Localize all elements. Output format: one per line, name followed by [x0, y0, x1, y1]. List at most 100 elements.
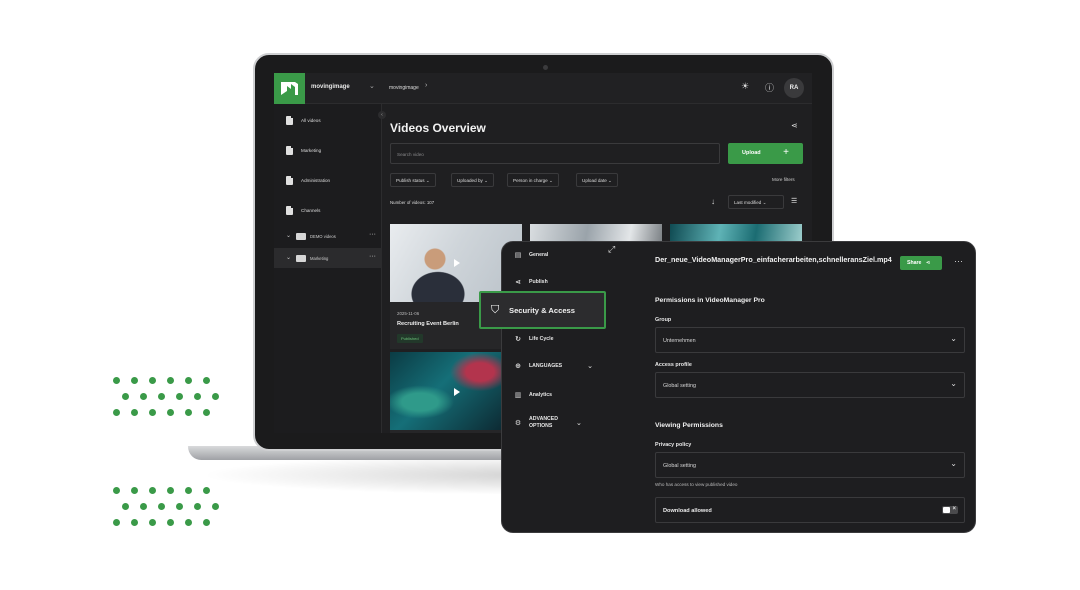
sidebar-item-label: All videos [301, 118, 321, 123]
folder-marketing[interactable]: ⌄ Marketing ··· [274, 248, 382, 268]
group-label: Group [655, 317, 672, 323]
filter-label: Upload date [582, 178, 607, 183]
nav-label: General [529, 252, 549, 258]
privacy-policy-value: Global setting [663, 463, 696, 469]
chevron-down-icon: ⌄ [950, 459, 957, 468]
avatar[interactable]: RA [784, 78, 804, 98]
filter-uploaded-by[interactable]: Uploaded by ⌄ [451, 173, 494, 187]
chevron-down-icon[interactable]: ⌄ [286, 232, 291, 239]
share-icon[interactable]: ⋖ [791, 121, 798, 130]
camera-dot [543, 65, 548, 70]
nav-languages[interactable]: ⊕ LANGUAGES ⌄ [514, 362, 593, 370]
play-icon[interactable] [454, 259, 460, 267]
download-allowed-row: Download allowed × [655, 497, 965, 523]
expand-icon[interactable]: ⤢ [608, 244, 615, 255]
access-profile-label: Access profile [655, 362, 692, 368]
sidebar-item-label: Administration [301, 178, 331, 183]
video-file-title: Der_neue_VideoManagerPro_einfacherarbeit… [655, 255, 892, 264]
nav-life-cycle[interactable]: ↻ Life Cycle [514, 335, 553, 343]
logo-icon [281, 82, 298, 95]
privacy-policy-label: Privacy policy [655, 442, 692, 448]
filter-publish-status[interactable]: Publish status ⌄ [390, 173, 436, 187]
nav-label: ADVANCED OPTIONS [529, 416, 559, 429]
upload-label: Upload [742, 150, 761, 156]
list-view-icon[interactable]: ☰ [791, 197, 797, 205]
help-icon[interactable]: ⓘ [765, 81, 774, 94]
folder-demo-videos[interactable]: ⌄ DEMO videos ··· [274, 226, 382, 246]
sidebar-item-marketing[interactable]: Marketing [286, 146, 321, 155]
nav-advanced-options[interactable]: ⚙ ADVANCED OPTIONS ⌄ [514, 416, 604, 430]
plus-icon: + [783, 147, 789, 158]
page-title: Videos Overview [390, 121, 486, 135]
folder-icon [296, 255, 306, 262]
close-icon: × [952, 506, 956, 512]
chevron-down-icon: ⌄ [950, 334, 957, 343]
sidebar-item-administration[interactable]: Administration [286, 176, 330, 185]
video-settings-panel: ⤢ ▤ General ⋖ Publish ⛉ Security & Acces… [479, 241, 976, 533]
nav-publish[interactable]: ⋖ Publish [514, 278, 548, 286]
download-allowed-toggle[interactable]: × [942, 506, 958, 514]
upload-button[interactable]: Upload + [728, 143, 803, 164]
video-title[interactable]: Recruiting Event Berlin [397, 321, 459, 327]
share-icon: ⋖ [925, 260, 931, 266]
download-allowed-label: Download allowed [663, 508, 712, 514]
more-options-icon[interactable]: ··· [954, 256, 963, 266]
brand-name[interactable]: movingimage [311, 84, 350, 90]
chart-icon: ▥ [514, 392, 522, 399]
more-icon[interactable]: ··· [369, 253, 376, 260]
permissions-heading: Permissions in VideoManager Pro [655, 297, 765, 304]
chevron-down-icon[interactable]: ⌄ [587, 362, 593, 370]
filter-person-in-charge[interactable]: Person in charge ⌄ [507, 173, 559, 187]
folder-label: DEMO videos [310, 234, 336, 239]
nav-analytics[interactable]: ▥ Analytics [514, 391, 552, 399]
chevron-right-icon: › [425, 82, 428, 89]
sidebar-item-channels[interactable]: Channels [286, 206, 320, 215]
breadcrumb[interactable]: movingimage [389, 85, 419, 91]
chevron-down-icon[interactable]: ⌄ [576, 419, 582, 427]
decorative-dots-top [113, 377, 221, 416]
group-select[interactable]: Unternehmen ⌄ [655, 327, 965, 353]
more-filters-link[interactable]: More filters [772, 177, 795, 182]
sidebar: All videos Marketing Administration Chan… [274, 104, 382, 433]
privacy-help-text: Who has access to view published video [655, 482, 738, 487]
viewing-permissions-heading: Viewing Permissions [655, 422, 723, 429]
nav-general[interactable]: ▤ General [514, 251, 549, 259]
nav-label: Analytics [529, 392, 553, 398]
share-icon: ⋖ [515, 279, 521, 286]
nav-label: Publish [529, 279, 548, 285]
sidebar-collapse-icon[interactable]: ‹ [378, 111, 386, 119]
share-label: Share [907, 260, 922, 266]
access-profile-select[interactable]: Global setting ⌄ [655, 372, 965, 398]
sort-direction-icon[interactable]: ↓ [711, 197, 715, 206]
toggle-knob [943, 507, 950, 513]
filter-upload-date[interactable]: Upload date ⌄ [576, 173, 618, 187]
search-input[interactable]: Search video [390, 143, 720, 164]
settings-icon: ⚙ [514, 420, 522, 427]
privacy-policy-select[interactable]: Global setting ⌄ [655, 452, 965, 478]
share-button[interactable]: Share ⋖ [900, 256, 942, 270]
access-profile-value: Global setting [663, 383, 696, 389]
document-icon [286, 146, 293, 155]
sort-label: Last modified [734, 200, 762, 205]
filter-label: Uploaded by [457, 178, 483, 183]
folder-label: Marketing [310, 256, 329, 261]
decorative-dots-bottom [113, 487, 221, 526]
brand-logo[interactable] [274, 73, 305, 104]
theme-sun-icon[interactable]: ☀ [741, 81, 749, 92]
file-icon: ▤ [514, 252, 522, 259]
status-badge: Published [397, 334, 423, 343]
group-value: Unternehmen [663, 338, 696, 344]
sidebar-item-all-videos[interactable]: All videos [286, 116, 321, 125]
video-date: 2025-11-06 [397, 311, 420, 316]
document-icon [286, 116, 293, 125]
nav-security-access[interactable]: ⛉ Security & Access [479, 291, 606, 329]
nav-label: Security & Access [509, 306, 575, 315]
filter-label: Publish status [396, 178, 425, 183]
play-icon[interactable] [454, 388, 460, 396]
chevron-down-icon[interactable]: ⌄ [369, 82, 375, 90]
folder-icon [296, 233, 306, 240]
more-icon[interactable]: ··· [369, 231, 376, 238]
sort-select[interactable]: Last modified ⌄ [728, 195, 784, 209]
chevron-down-icon: ⌄ [950, 379, 957, 388]
chevron-down-icon[interactable]: ⌄ [286, 254, 291, 261]
